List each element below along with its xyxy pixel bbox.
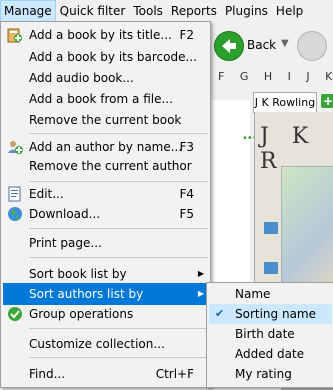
menu-help[interactable]: Help	[272, 0, 307, 22]
menu-separator	[29, 228, 208, 229]
menu-bar: Manage Quick filter Tools Reports Plugin…	[0, 0, 333, 22]
author-photo	[281, 166, 333, 298]
sort-book-list-item[interactable]: Sort book list by ▶	[3, 263, 208, 285]
menu-reports[interactable]: Reports	[167, 0, 221, 22]
sort-by-birth-date-item[interactable]: Birth date	[209, 324, 332, 344]
remove-current-author-item[interactable]: Remove the current author	[3, 155, 208, 177]
tab-author[interactable]: J K Rowling	[253, 92, 317, 113]
menu-separator	[29, 357, 208, 358]
forward-button[interactable]	[297, 31, 327, 61]
menu-separator	[29, 181, 208, 182]
add-tab-icon[interactable]: +	[321, 94, 333, 108]
add-audio-book-item[interactable]: Add audio book...	[3, 67, 208, 89]
add-book-from-file-item[interactable]: Add a book from a file...	[3, 88, 208, 110]
edit-icon	[7, 186, 23, 202]
sort-authors-submenu: Name ✔ Sorting name Birth date Added dat…	[206, 282, 333, 388]
add-book-icon	[7, 27, 23, 43]
alphabet-index[interactable]: F G H I J K	[218, 70, 333, 86]
submenu-arrow-icon: ▶	[197, 289, 204, 298]
find-item[interactable]: Find... Ctrl+F	[3, 363, 208, 385]
menu-manage[interactable]: Manage	[0, 0, 56, 22]
menu-tools[interactable]: Tools	[129, 0, 167, 22]
customize-collection-item[interactable]: Customize collection...	[3, 333, 208, 355]
back-arrow-icon	[222, 39, 236, 53]
sort-by-sorting-name-item[interactable]: ✔ Sorting name	[209, 304, 332, 324]
blue-marker	[264, 222, 278, 234]
menu-quick-filter[interactable]: Quick filter	[56, 0, 130, 22]
tab-strip: J K Rowling +	[215, 92, 333, 113]
manage-menu: Add a book by its title... F2 Add a book…	[0, 21, 211, 388]
add-book-by-barcode-item[interactable]: Add a book by its barcode...	[3, 46, 208, 68]
remove-current-book-item[interactable]: Remove the current book	[3, 109, 208, 131]
back-label[interactable]: Back	[247, 38, 276, 52]
group-operations-item[interactable]: Group operations	[3, 303, 208, 325]
sort-by-my-rating-item[interactable]: My rating	[209, 364, 332, 384]
add-book-by-title-item[interactable]: Add a book by its title... F2	[3, 24, 208, 46]
menu-plugins[interactable]: Plugins	[221, 0, 272, 22]
add-author-icon	[7, 139, 23, 155]
sort-by-added-date-item[interactable]: Added date	[209, 344, 332, 364]
menu-separator	[29, 133, 208, 134]
submenu-arrow-icon: ▶	[197, 269, 204, 278]
sort-by-name-item[interactable]: Name	[209, 284, 332, 304]
back-dropdown-icon[interactable]: ▼	[281, 38, 289, 49]
globe-icon	[7, 206, 23, 222]
check-circle-icon	[7, 306, 23, 322]
sort-authors-list-item[interactable]: Sort authors list by ▶	[3, 283, 208, 305]
menu-separator	[29, 328, 208, 329]
menu-separator	[29, 257, 208, 258]
edit-item[interactable]: Edit... F4	[3, 183, 208, 205]
back-button[interactable]	[214, 31, 244, 61]
checkmark-icon: ✔	[215, 307, 225, 320]
blue-marker	[264, 262, 278, 274]
print-page-item[interactable]: Print page...	[3, 232, 208, 254]
download-item[interactable]: Download... F5	[3, 203, 208, 225]
